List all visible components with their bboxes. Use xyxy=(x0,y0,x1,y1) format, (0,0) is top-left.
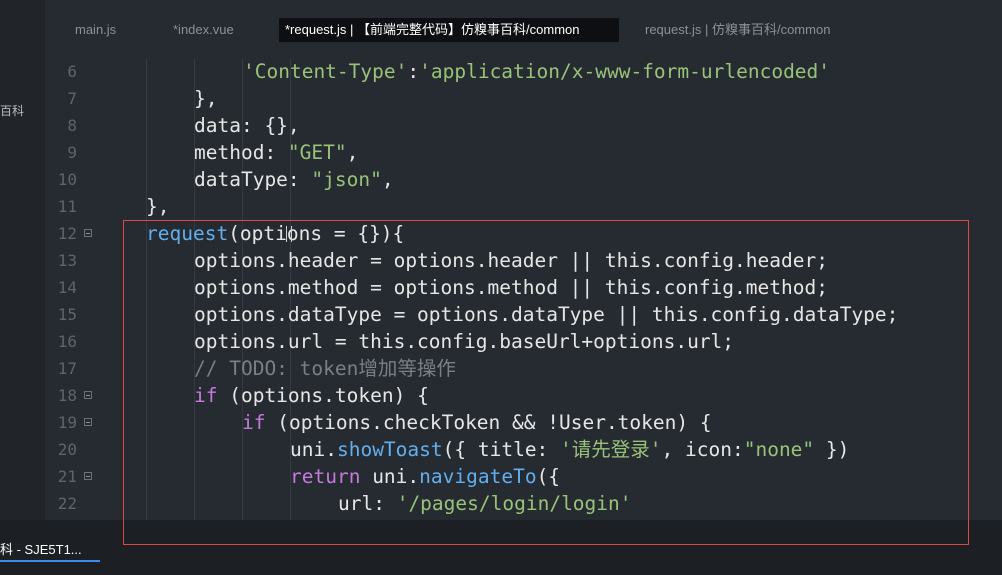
tab-main-js[interactable]: main.js xyxy=(69,18,122,42)
code-token: "GET" xyxy=(287,141,347,164)
line-number-gutter: 6 7 8 9 10 11 12 13 14 15 16 17 18 19 20… xyxy=(45,58,97,520)
code-keyword: if xyxy=(194,384,218,407)
code-token: data: {}, xyxy=(194,114,300,137)
code-comment: // TODO: token增加等操作 xyxy=(194,357,456,380)
code-token: ({ xyxy=(536,465,561,488)
code-token: '/pages/login/login' xyxy=(396,492,632,515)
line-number: 15 xyxy=(57,305,77,324)
code-token: '请先登录' xyxy=(560,438,662,461)
line-number: 7 xyxy=(67,89,77,108)
code-line-22: url: '/pages/login/login' xyxy=(338,490,632,517)
sidebar-project-label[interactable]: 百科 xyxy=(0,102,24,119)
code-line-19: if (options.checkToken && !User.token) { xyxy=(242,409,712,436)
code-token: , xyxy=(381,168,394,191)
code-line-8: data: {}, xyxy=(194,112,300,139)
tab-request-js-active[interactable]: *request.js | 【前端完整代码】仿糗事百科/common xyxy=(279,18,619,42)
code-token: uni. xyxy=(360,465,420,488)
code-token: }, xyxy=(194,87,218,110)
code-token: options.header = options.header || this.… xyxy=(194,249,828,272)
line-number: 19 xyxy=(57,413,77,432)
fold-minus-icon[interactable] xyxy=(84,472,92,480)
tab-request-js-common[interactable]: request.js | 仿糗事百科/common xyxy=(639,18,836,42)
code-keyword: if xyxy=(242,411,266,434)
code-line-9: method: "GET", xyxy=(194,139,358,166)
tab-index-vue[interactable]: *index.vue xyxy=(167,18,240,42)
code-line-15: options.dataType = options.dataType || t… xyxy=(194,301,898,328)
code-token: "none" xyxy=(743,438,815,461)
line-number: 13 xyxy=(57,251,77,270)
code-line-12: request(options = {}){ xyxy=(146,220,404,247)
line-number: 14 xyxy=(57,278,77,297)
line-number: 12 xyxy=(57,224,77,243)
taskbar xyxy=(0,520,1002,575)
code-token: (options = {}){ xyxy=(228,222,405,245)
code-keyword: return xyxy=(290,465,361,488)
code-token: uni. xyxy=(290,438,337,461)
code-token: ({ title: xyxy=(442,438,561,461)
code-token: options.method = options.method || this.… xyxy=(194,276,828,299)
project-sidebar xyxy=(0,0,46,520)
code-line-18: if (options.token) { xyxy=(194,382,429,409)
code-token: (options.checkToken && !User.token) { xyxy=(265,411,712,434)
indent-guide xyxy=(146,58,147,520)
code-line-16: options.url = this.config.baseUrl+option… xyxy=(194,328,734,355)
code-token: request xyxy=(146,222,229,245)
code-token: (options.token) { xyxy=(217,384,429,407)
line-number: 22 xyxy=(57,494,77,513)
line-number: 17 xyxy=(57,359,77,378)
code-token: 'Content-Type' xyxy=(243,60,408,83)
code-token: "json" xyxy=(311,168,382,191)
code-token: options.dataType = options.dataType || t… xyxy=(194,303,899,326)
line-number: 20 xyxy=(57,440,77,459)
fold-minus-icon[interactable] xyxy=(84,391,92,399)
code-token: navigateTo xyxy=(419,465,537,488)
code-editor[interactable]: 'Content-Type':'application/x-www-form-u… xyxy=(97,58,1002,520)
line-number: 16 xyxy=(57,332,77,351)
fold-minus-icon[interactable] xyxy=(84,229,92,237)
code-token: dataType: xyxy=(194,168,312,191)
taskbar-active-indicator xyxy=(0,560,100,562)
code-token: showToast xyxy=(336,438,443,461)
line-number: 8 xyxy=(67,116,77,135)
code-line-7: }, xyxy=(194,85,217,112)
code-token: , icon: xyxy=(661,438,744,461)
line-number: 6 xyxy=(67,62,77,81)
code-token: }) xyxy=(814,438,850,461)
code-line-13: options.header = options.header || this.… xyxy=(194,247,828,274)
code-token: 'application/x-www-form-urlencoded' xyxy=(419,60,831,83)
line-number: 11 xyxy=(57,197,77,216)
code-line-20: uni.showToast({ title: '请先登录', icon:"non… xyxy=(290,436,849,463)
line-number: 18 xyxy=(57,386,77,405)
code-line-10: dataType: "json", xyxy=(194,166,394,193)
code-token: url: xyxy=(338,492,397,515)
code-token: , xyxy=(346,141,359,164)
line-number: 9 xyxy=(67,143,77,162)
code-token: options.url = this.config.baseUrl+option… xyxy=(194,330,735,353)
line-number: 21 xyxy=(57,467,77,486)
code-token: }, xyxy=(146,195,170,218)
line-number: 10 xyxy=(57,170,77,189)
fold-minus-icon[interactable] xyxy=(84,418,92,426)
code-line-6: 'Content-Type':'application/x-www-form-u… xyxy=(243,58,830,85)
code-token: method: xyxy=(194,141,288,164)
code-line-11: }, xyxy=(146,193,169,220)
code-line-21: return uni.navigateTo({ xyxy=(290,463,560,490)
code-line-14: options.method = options.method || this.… xyxy=(194,274,828,301)
code-token: : xyxy=(407,60,420,83)
text-cursor-icon xyxy=(286,226,292,242)
code-line-17: // TODO: token增加等操作 xyxy=(194,355,456,382)
